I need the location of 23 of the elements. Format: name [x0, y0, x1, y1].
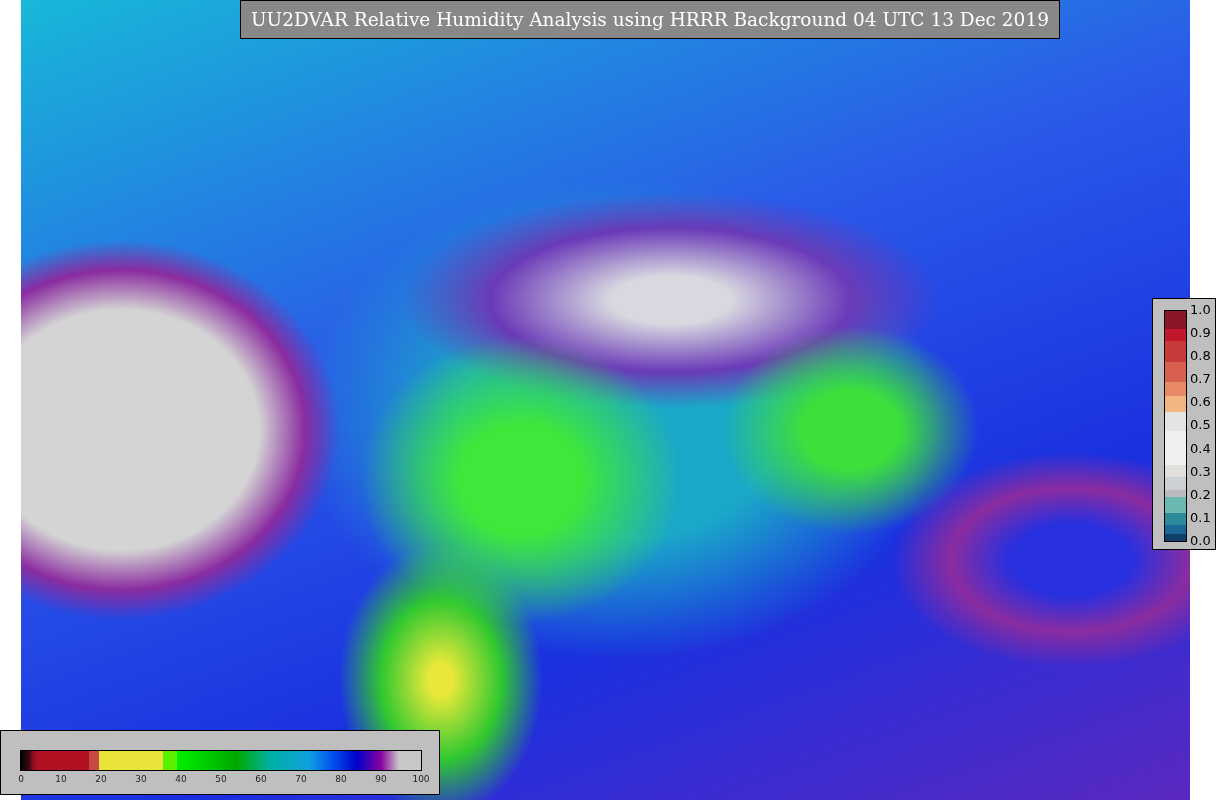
scale-label: 1.0: [1190, 303, 1211, 316]
scale-label: 0.7: [1190, 372, 1211, 386]
scale-label: 70: [294, 774, 308, 784]
scale-label: 0.4: [1190, 441, 1211, 455]
map-title: UU2DVAR Relative Humidity Analysis using HRRR Background 04 UTC 13 Dec 2019: [240, 0, 1060, 39]
scale-label: 40: [174, 774, 188, 784]
scale-label: 0.2: [1190, 487, 1211, 501]
scale-label: 0.9: [1190, 326, 1211, 340]
scale-label: 80: [334, 774, 348, 784]
scale-label: 0.5: [1190, 418, 1211, 432]
scale-label: 0.1: [1190, 510, 1211, 524]
scale-label: 50: [214, 774, 228, 784]
scale-label: 0.8: [1190, 349, 1211, 363]
scale-label: 0.3: [1190, 464, 1211, 478]
scale-label: 30: [134, 774, 148, 784]
scale-label: 0.0: [1190, 533, 1211, 547]
scale-label: 60: [254, 774, 268, 784]
scale-label: 0.6: [1190, 395, 1211, 409]
scale-label: 10: [54, 774, 68, 784]
scale-label: 20: [94, 774, 108, 784]
scale-label: 100: [411, 774, 431, 784]
scale-label: 0: [17, 774, 25, 784]
scale-label: 90: [374, 774, 388, 784]
